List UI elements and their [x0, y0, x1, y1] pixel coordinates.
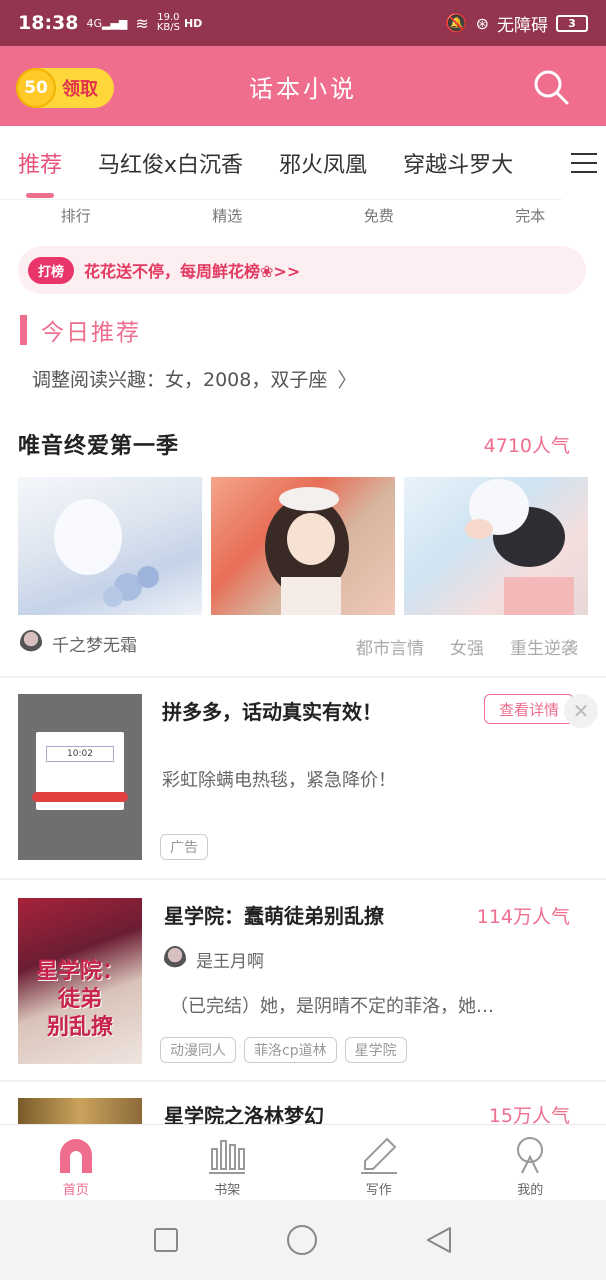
- nav-write[interactable]: 写作: [303, 1125, 455, 1200]
- book-tag[interactable]: 星学院: [344, 1037, 407, 1063]
- divider: [0, 676, 606, 678]
- featured-tag: 重生逆袭: [510, 639, 578, 659]
- speed-unit: KB/S: [156, 22, 180, 33]
- banner-text: 花花送不停，每周鲜花榜❀>>: [84, 262, 301, 281]
- subnav-featured[interactable]: 精选: [152, 200, 304, 234]
- home-button-icon[interactable]: [285, 1223, 319, 1257]
- divider: [0, 1080, 606, 1082]
- coin-icon: 50: [16, 68, 56, 108]
- section-title: 今日推荐: [20, 314, 141, 346]
- book-author-name: 是王月啊: [196, 951, 264, 972]
- nav-bookshelf[interactable]: 书架: [152, 1125, 304, 1200]
- book-tags: 动漫同人 菲洛cp道林 星学院: [160, 1037, 407, 1063]
- cover-text-line-1: 星学院：: [35, 959, 124, 984]
- bottom-nav: 首页 书架 写作 我的: [0, 1124, 606, 1200]
- ad-thumb-time: 10:02: [46, 746, 114, 762]
- nav-home[interactable]: 首页: [0, 1125, 152, 1200]
- cover-text-line-3: 别乱撩: [46, 1015, 113, 1040]
- tab-recommend[interactable]: 推荐: [0, 126, 80, 200]
- promo-banner[interactable]: 打榜 花花送不停，每周鲜花榜❀>>: [18, 246, 586, 294]
- featured-image-3: [404, 477, 588, 615]
- bookshelf-icon: [209, 1140, 246, 1174]
- ad-description: 彩虹除螨电热毯，紧急降价！: [162, 770, 396, 791]
- section-title-text: 今日推荐: [41, 320, 141, 346]
- book-title[interactable]: 星学院：蠢萌徒弟别乱撩: [164, 900, 384, 929]
- wifi-icon: ≋: [135, 13, 149, 33]
- profile-icon: [517, 1137, 544, 1174]
- featured-tags: 都市言情 女强 重生逆袭: [356, 634, 578, 659]
- claim-coins-button[interactable]: 50 领取: [16, 68, 114, 108]
- pen-icon: [360, 1137, 397, 1174]
- tab-category-4[interactable]: 穿越斗罗大: [385, 126, 531, 200]
- status-time: 18:38: [18, 12, 79, 34]
- featured-title[interactable]: 唯音终爱第一季: [18, 428, 179, 460]
- search-icon[interactable]: [532, 68, 570, 106]
- book-tag[interactable]: 动漫同人: [160, 1037, 236, 1063]
- book-tag[interactable]: 菲洛cp道林: [244, 1037, 337, 1063]
- view-details-button[interactable]: 查看详情: [484, 694, 574, 724]
- ad-thumbnail[interactable]: 10:02: [18, 694, 142, 860]
- recent-apps-icon[interactable]: [152, 1226, 180, 1254]
- category-tabs: 推荐 马红俊x白沉香 邪火凤凰 穿越斗罗大: [0, 126, 606, 200]
- status-bar: 18:38 4G▂▄▆ ≋ 19.0 KB/S HD 🔕 ⊛ 无障碍 3: [0, 0, 606, 46]
- featured-tag: 女强: [450, 639, 484, 659]
- divider: [0, 878, 606, 880]
- battery-level: 3: [568, 16, 576, 30]
- section-accent-bar: [20, 315, 27, 345]
- signal-icon: 4G▂▄▆: [86, 16, 128, 30]
- subnav-free[interactable]: 免费: [303, 200, 455, 234]
- book-description: （已完结）她，是阴晴不定的菲洛，她…: [170, 996, 494, 1017]
- book-popularity: 114万人气: [476, 906, 570, 928]
- battery-icon: 3: [556, 14, 588, 32]
- featured-popularity: 4710人气: [483, 435, 570, 457]
- subnav-completed[interactable]: 完本: [455, 200, 606, 234]
- accessibility-label: 无障碍: [497, 15, 548, 36]
- book-cover[interactable]: [18, 1098, 142, 1124]
- network-type: 4G: [86, 16, 103, 30]
- nav-profile[interactable]: 我的: [455, 1125, 606, 1200]
- nav-home-label: 首页: [62, 1183, 89, 1198]
- home-icon: [59, 1139, 92, 1173]
- nav-bookshelf-label: 书架: [214, 1183, 241, 1198]
- app-header: 50 领取 话本小说: [0, 46, 606, 126]
- tab-category-2[interactable]: 马红俊x白沉香: [80, 126, 261, 200]
- avatar: [164, 946, 186, 972]
- system-nav-bar: [0, 1200, 606, 1280]
- nav-write-label: 写作: [365, 1183, 392, 1198]
- avatar: [20, 630, 42, 656]
- network-speed: 19.0 KB/S: [157, 13, 180, 33]
- featured-tag: 都市言情: [356, 639, 424, 659]
- cover-text-line-2: 徒弟: [57, 987, 102, 1012]
- chevron-right-icon: 〉: [337, 368, 358, 392]
- preference-text: 调整阅读兴趣：女，2008，双子座: [32, 369, 328, 391]
- subnav-ranking[interactable]: 排行: [0, 200, 152, 234]
- claim-label: 领取: [62, 79, 98, 100]
- close-icon[interactable]: ✕: [564, 694, 598, 728]
- book-cover[interactable]: 星学院： 徒弟 别乱撩: [18, 898, 142, 1064]
- lock-rotation-icon: ⊛: [475, 13, 489, 33]
- back-icon[interactable]: [424, 1225, 454, 1255]
- mute-icon: 🔕: [445, 12, 468, 34]
- menu-icon[interactable]: [562, 126, 606, 200]
- book-author[interactable]: 是王月啊: [164, 946, 264, 972]
- sub-nav: 排行 精选 免费 完本: [0, 200, 606, 234]
- reading-preference-link[interactable]: 调整阅读兴趣：女，2008，双子座 〉: [32, 364, 357, 393]
- featured-images[interactable]: [18, 477, 606, 615]
- book-cover-title: 星学院： 徒弟 别乱撩: [24, 958, 136, 1042]
- nav-profile-label: 我的: [517, 1183, 544, 1198]
- featured-author[interactable]: 千之梦无霜: [20, 630, 137, 656]
- featured-image-2: [211, 477, 395, 615]
- featured-image-1: [18, 477, 202, 615]
- coin-value: 50: [24, 78, 48, 98]
- featured-author-name: 千之梦无霜: [52, 635, 137, 656]
- ad-title[interactable]: 拼多多，话动真实有效！: [162, 696, 382, 725]
- ad-thumb-button: [32, 792, 128, 802]
- app-title: 话本小说: [249, 74, 357, 103]
- banner-tag: 打榜: [28, 256, 75, 284]
- hd-badge: HD: [183, 16, 203, 30]
- ad-label: 广告: [160, 834, 208, 860]
- tab-category-3[interactable]: 邪火凤凰: [261, 126, 385, 200]
